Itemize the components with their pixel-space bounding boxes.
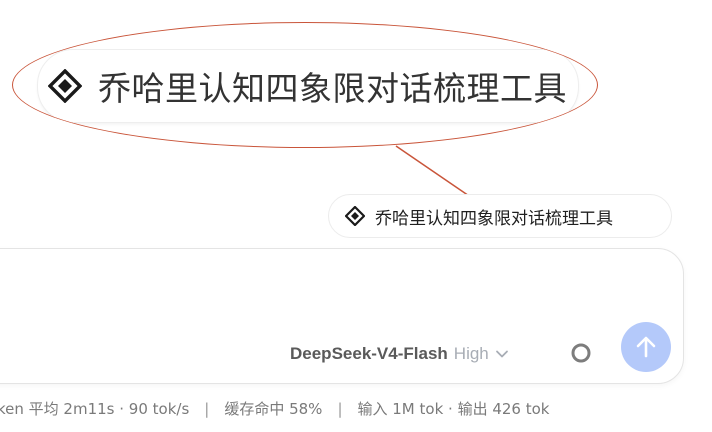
diamond-icon <box>48 69 82 103</box>
zoom-callout: 乔哈里认知四象限对话梳理工具 <box>12 22 598 148</box>
status-bar: ken 平均 2m11s · 90 tok/s | 缓存命中 58% | 输入 1M t… <box>0 398 549 419</box>
chevron-down-icon <box>495 350 508 358</box>
arrow-up-icon <box>636 336 656 358</box>
model-name: DeepSeek-V4-Flash <box>290 344 448 363</box>
zoomed-tool-chip: 乔哈里认知四象限对话梳理工具 <box>37 49 579 123</box>
zoomed-tool-chip-label: 乔哈里认知四象限对话梳理工具 <box>98 69 567 108</box>
diamond-icon <box>345 206 365 226</box>
timing-stat: ken 平均 2m11s · 90 tok/s <box>0 400 190 418</box>
status-separator: | <box>204 400 210 418</box>
cache-stat: 缓存命中 58% <box>224 400 323 418</box>
circle-icon[interactable] <box>569 341 593 365</box>
send-button[interactable] <box>621 322 671 372</box>
status-separator: | <box>337 400 343 418</box>
effort-level: High <box>453 344 489 363</box>
model-selector[interactable]: DeepSeek-V4-Flash High <box>290 342 509 366</box>
tool-chip[interactable]: 乔哈里认知四象限对话梳理工具 <box>328 194 672 238</box>
screen: 乔哈里认知四象限对话梳理工具 乔哈里认知四象限对话梳理工具 DeepSeek-V… <box>0 0 712 432</box>
token-stat: 输入 1M tok · 输出 426 tok <box>357 400 550 418</box>
tool-chip-label: 乔哈里认知四象限对话梳理工具 <box>375 208 613 229</box>
